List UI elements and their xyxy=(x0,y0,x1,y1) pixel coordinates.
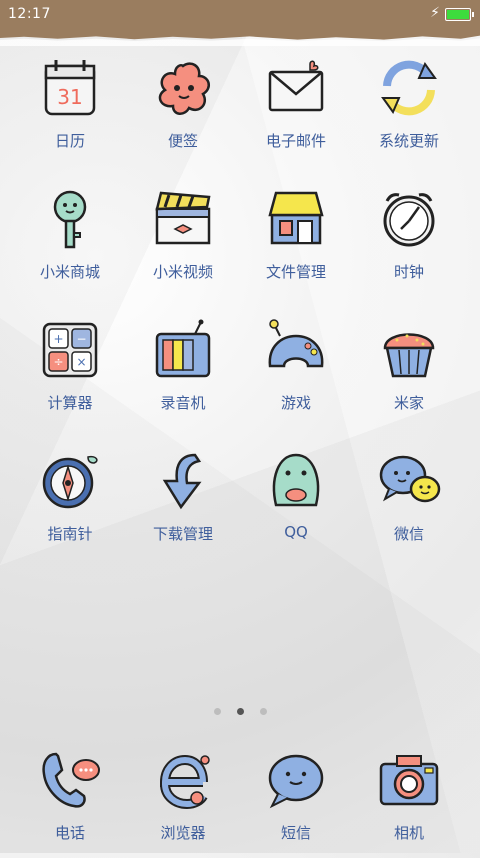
app-label: 下载管理 xyxy=(152,525,213,543)
app-games[interactable]: 游戏 xyxy=(241,318,351,428)
calendar-day: 31 xyxy=(57,85,82,109)
page-dot[interactable] xyxy=(213,708,221,715)
app-recorder[interactable]: 录音机 xyxy=(128,318,238,428)
app-mijia[interactable]: 米家 xyxy=(354,318,464,428)
app-label: 日历 xyxy=(54,132,85,150)
app-label: 时钟 xyxy=(393,263,424,281)
app-label: 小米视频 xyxy=(152,263,213,281)
svg-text:−: − xyxy=(76,332,86,346)
app-mi-video[interactable]: 小米视频 xyxy=(128,187,238,297)
app-label: 相机 xyxy=(393,824,424,842)
gamepad-icon xyxy=(268,319,324,368)
app-label: 米家 xyxy=(393,394,424,412)
svg-text:×: × xyxy=(76,355,86,369)
tv-recorder-icon xyxy=(155,319,211,378)
app-compass[interactable]: 指南针 xyxy=(15,449,125,559)
app-label: 文件管理 xyxy=(265,263,326,281)
cupcake-icon xyxy=(383,333,435,378)
app-label: 游戏 xyxy=(280,394,311,412)
wechat-bubbles-icon xyxy=(379,455,441,503)
app-calendar[interactable]: 31 日历 xyxy=(15,56,125,166)
charging-icon: ⚡ xyxy=(430,5,440,21)
app-phone[interactable]: 电话 xyxy=(15,748,125,858)
key-shop-icon xyxy=(53,190,87,249)
app-downloads[interactable]: 下载管理 xyxy=(128,449,238,559)
calendar-icon: 31 xyxy=(44,60,96,116)
page-indicator xyxy=(0,700,480,719)
page-dot[interactable] xyxy=(259,708,267,715)
clapperboard-icon xyxy=(155,191,211,245)
app-file-manager[interactable]: 文件管理 xyxy=(241,187,351,297)
note-flower-icon xyxy=(158,62,211,115)
page-dot[interactable] xyxy=(236,708,244,715)
camera-icon xyxy=(379,755,439,806)
app-label: 指南针 xyxy=(47,525,93,543)
message-icon xyxy=(268,754,324,809)
refresh-icon xyxy=(381,60,437,116)
svg-text:÷: ÷ xyxy=(53,355,63,369)
dock: 电话 浏览器 短信 相机 xyxy=(0,748,480,853)
app-label: 系统更新 xyxy=(378,132,439,150)
app-qq[interactable]: QQ xyxy=(241,449,351,559)
app-label: 计算器 xyxy=(47,394,93,412)
app-calculator[interactable]: + − ÷ × 计算器 xyxy=(15,318,125,428)
app-label: 电子邮件 xyxy=(265,132,326,150)
app-label: 电话 xyxy=(54,824,85,842)
browser-icon xyxy=(159,754,210,810)
app-label: QQ xyxy=(284,523,308,541)
battery-fill xyxy=(447,10,469,19)
app-email[interactable]: 电子邮件 xyxy=(241,56,351,166)
app-mi-store[interactable]: 小米商城 xyxy=(15,187,125,297)
app-system-update[interactable]: 系统更新 xyxy=(354,56,464,166)
app-notes[interactable]: 便签 xyxy=(128,56,238,166)
app-clock[interactable]: 时钟 xyxy=(354,187,464,297)
app-messages[interactable]: 短信 xyxy=(241,748,351,858)
status-bar: 12:17 ⚡ xyxy=(0,0,480,30)
store-icon xyxy=(268,191,324,245)
app-label: 小米商城 xyxy=(39,263,100,281)
app-label: 短信 xyxy=(280,824,311,842)
app-label: 录音机 xyxy=(160,394,206,412)
app-label: 微信 xyxy=(393,525,424,543)
status-time: 12:17 xyxy=(8,6,51,22)
battery-icon xyxy=(445,8,474,21)
calculator-icon: + − ÷ × xyxy=(42,322,98,378)
app-label: 便签 xyxy=(167,132,198,150)
mail-icon xyxy=(268,60,324,112)
app-label: 浏览器 xyxy=(160,824,206,842)
app-wechat[interactable]: 微信 xyxy=(354,449,464,559)
svg-text:+: + xyxy=(53,332,63,346)
qq-penguin-icon xyxy=(272,453,320,507)
app-browser[interactable]: 浏览器 xyxy=(128,748,238,858)
compass-icon xyxy=(42,455,98,509)
alarm-clock-icon xyxy=(383,193,435,247)
app-camera[interactable]: 相机 xyxy=(354,748,464,858)
phone-icon xyxy=(42,752,100,808)
download-arrow-icon xyxy=(162,453,202,510)
